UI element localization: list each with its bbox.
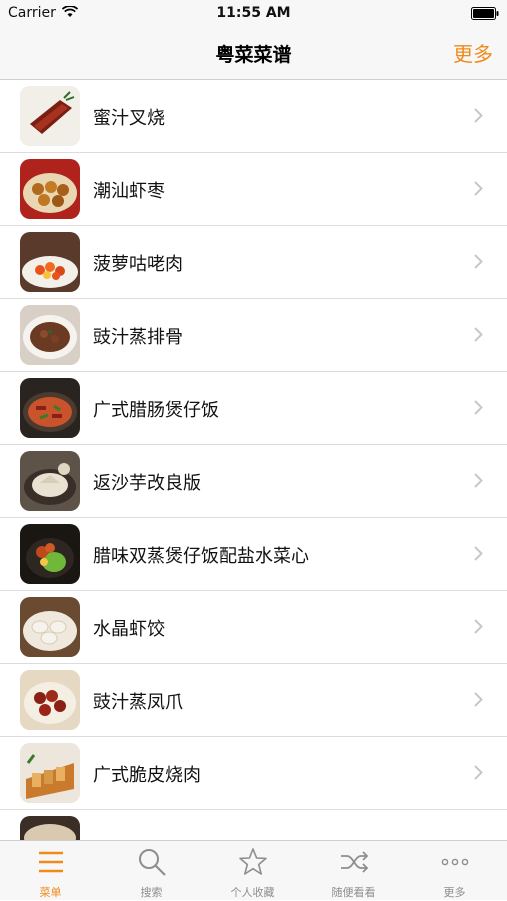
recipe-list: 蜜汁叉烧 潮汕虾枣 菠萝咕咾肉 豉汁蒸排骨 广式腊肠煲仔饭 返沙芋改良版 腊味双… — [0, 80, 507, 840]
tab-label: 随便看看 — [331, 886, 376, 899]
chevron-right-icon — [474, 765, 483, 780]
chevron-right-icon — [474, 327, 483, 342]
list-item[interactable]: 广式腊肠煲仔饭 — [0, 372, 507, 445]
recipe-name: 返沙芋改良版 — [93, 473, 201, 494]
recipe-thumbnail — [20, 743, 80, 803]
list-item[interactable]: 腊味双蒸煲仔饭配盐水菜心 — [0, 518, 507, 591]
tab-label: 菜单 — [39, 886, 62, 899]
recipe-name: 潮汕虾枣 — [93, 181, 165, 202]
recipe-thumbnail — [20, 159, 80, 219]
chevron-right-icon — [474, 108, 483, 123]
tab-random[interactable]: 随便看看 — [303, 841, 404, 901]
navigation-bar: 粤菜菜谱 更多 — [0, 28, 507, 80]
more-button[interactable]: 更多 — [453, 38, 493, 67]
recipe-thumbnail — [20, 86, 80, 146]
recipe-thumbnail — [20, 597, 80, 657]
menu-icon — [39, 851, 63, 873]
recipe-name: 菠萝咕咾肉 — [93, 254, 183, 275]
list-item[interactable]: 蜜汁叉烧 — [0, 80, 507, 153]
status-bar: Carrier 11:55 AM — [0, 0, 507, 28]
battery-icon — [471, 7, 499, 20]
recipe-thumbnail — [20, 232, 80, 292]
more-dots-icon — [441, 858, 469, 866]
status-time: 11:55 AM — [216, 5, 291, 21]
tab-search[interactable]: 搜索 — [101, 841, 202, 901]
recipe-thumbnail — [20, 305, 80, 365]
list-item[interactable]: 菠萝咕咾肉 — [0, 226, 507, 299]
list-item[interactable]: 水晶虾饺 — [0, 591, 507, 664]
list-item[interactable]: 返沙芋改良版 — [0, 445, 507, 518]
recipe-thumbnail — [20, 816, 80, 840]
chevron-right-icon — [474, 400, 483, 415]
recipe-thumbnail — [20, 451, 80, 511]
recipe-name: 腊味双蒸煲仔饭配盐水菜心 — [93, 546, 309, 567]
recipe-name: 蜜汁叉烧 — [93, 108, 165, 129]
recipe-name: 广式脆皮烧肉 — [93, 765, 201, 786]
list-item-partial[interactable] — [0, 810, 507, 840]
recipe-name: 豉汁蒸排骨 — [93, 327, 183, 348]
page-title: 粤菜菜谱 — [215, 44, 292, 66]
tab-label: 搜索 — [140, 886, 163, 899]
recipe-name: 广式腊肠煲仔饭 — [93, 400, 219, 421]
recipe-name: 豉汁蒸凤爪 — [93, 692, 183, 713]
chevron-right-icon — [474, 181, 483, 196]
chevron-right-icon — [474, 254, 483, 269]
shuffle-icon — [341, 851, 369, 873]
chevron-right-icon — [474, 619, 483, 634]
star-icon — [239, 848, 267, 875]
tab-label: 个人收藏 — [230, 886, 275, 899]
search-icon — [139, 849, 166, 876]
chevron-right-icon — [474, 692, 483, 707]
chevron-right-icon — [474, 546, 483, 561]
recipe-thumbnail — [20, 378, 80, 438]
recipe-name: 水晶虾饺 — [93, 619, 165, 640]
recipe-thumbnail — [20, 524, 80, 584]
list-item[interactable]: 豉汁蒸凤爪 — [0, 664, 507, 737]
tab-label: 更多 — [443, 886, 466, 899]
chevron-right-icon — [474, 473, 483, 488]
list-item[interactable]: 潮汕虾枣 — [0, 153, 507, 226]
tab-favorites[interactable]: 个人收藏 — [202, 841, 303, 901]
list-item[interactable]: 豉汁蒸排骨 — [0, 299, 507, 372]
list-item[interactable]: 广式脆皮烧肉 — [0, 737, 507, 810]
recipe-thumbnail — [20, 670, 80, 730]
tab-menu[interactable]: 菜单 — [0, 841, 101, 901]
tab-bar: 菜单 搜索 个人收藏 随便看看 更多 — [0, 840, 507, 900]
tab-more[interactable]: 更多 — [404, 841, 505, 901]
